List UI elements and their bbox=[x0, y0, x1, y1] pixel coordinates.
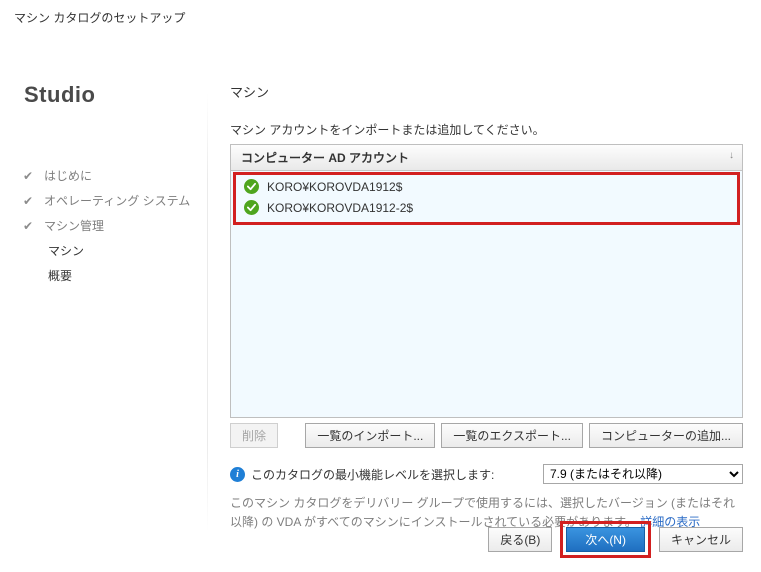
wizard-sidebar: Studio ✔ はじめに ✔ オペレーティング システム ✔ マシン管理 マシ… bbox=[0, 32, 208, 572]
main-layout: Studio ✔ はじめに ✔ オペレーティング システム ✔ マシン管理 マシ… bbox=[0, 32, 761, 572]
sidebar-item-intro[interactable]: ✔ はじめに bbox=[20, 163, 208, 188]
column-header-label: コンピューター AD アカウント bbox=[241, 151, 409, 165]
sidebar-item-label: はじめに bbox=[44, 167, 92, 184]
sidebar-item-os[interactable]: ✔ オペレーティング システム bbox=[20, 188, 208, 213]
wizard-footer: 戻る(B) 次へ(N) キャンセル bbox=[488, 521, 743, 558]
sidebar-item-label: マシン bbox=[48, 242, 84, 259]
page-heading: マシン bbox=[230, 82, 743, 101]
sidebar-item-label: マシン管理 bbox=[44, 217, 104, 234]
wizard-content: マシン マシン アカウントをインポートまたは追加してください。 コンピューター … bbox=[208, 32, 761, 572]
sidebar-item-machine-mgmt[interactable]: ✔ マシン管理 bbox=[20, 213, 208, 238]
status-ok-icon bbox=[244, 200, 259, 215]
wizard-steps: ✔ はじめに ✔ オペレーティング システム ✔ マシン管理 マシン 概要 bbox=[20, 163, 208, 288]
brand-title: Studio bbox=[20, 82, 208, 108]
sidebar-item-label: 概要 bbox=[48, 267, 72, 284]
delete-button: 削除 bbox=[230, 423, 278, 448]
grid-body: KORO¥KOROVDA1912$ KORO¥KOROVDA1912-2$ bbox=[231, 171, 742, 417]
cancel-button[interactable]: キャンセル bbox=[659, 527, 743, 552]
level-label-text: このカタログの最小機能レベルを選択します: bbox=[251, 466, 494, 483]
accounts-highlight: KORO¥KOROVDA1912$ KORO¥KOROVDA1912-2$ bbox=[233, 172, 740, 225]
account-name: KORO¥KOROVDA1912$ bbox=[267, 180, 402, 194]
window-title: マシン カタログのセットアップ bbox=[0, 0, 761, 32]
check-icon: ✔ bbox=[20, 194, 36, 208]
sort-indicator-icon: ↓ bbox=[729, 150, 734, 161]
add-computers-button[interactable]: コンピューターの追加... bbox=[589, 423, 743, 448]
sidebar-item-machines[interactable]: マシン bbox=[20, 238, 208, 263]
grid-action-row: 削除 一覧のインポート... 一覧のエクスポート... コンピューターの追加..… bbox=[230, 423, 743, 448]
accounts-grid: コンピューター AD アカウント ↓ KORO¥KOROVDA1912$ bbox=[230, 144, 743, 418]
next-button[interactable]: 次へ(N) bbox=[566, 527, 645, 552]
info-icon: i bbox=[230, 467, 245, 482]
export-list-button[interactable]: 一覧のエクスポート... bbox=[441, 423, 583, 448]
table-row[interactable]: KORO¥KOROVDA1912$ bbox=[240, 176, 733, 197]
account-name: KORO¥KOROVDA1912-2$ bbox=[267, 201, 413, 215]
level-label: i このカタログの最小機能レベルを選択します: bbox=[230, 466, 533, 483]
level-select[interactable]: 7.9 (またはそれ以降) bbox=[543, 464, 743, 484]
status-ok-icon bbox=[244, 179, 259, 194]
back-button[interactable]: 戻る(B) bbox=[488, 527, 552, 552]
instruction-text: マシン アカウントをインポートまたは追加してください。 bbox=[230, 121, 743, 138]
check-icon: ✔ bbox=[20, 219, 36, 233]
sidebar-item-label: オペレーティング システム bbox=[44, 192, 190, 209]
spacer bbox=[284, 423, 299, 448]
check-icon: ✔ bbox=[20, 169, 36, 183]
next-highlight: 次へ(N) bbox=[560, 521, 651, 558]
import-list-button[interactable]: 一覧のインポート... bbox=[305, 423, 435, 448]
grid-column-header[interactable]: コンピューター AD アカウント ↓ bbox=[231, 145, 742, 171]
table-row[interactable]: KORO¥KOROVDA1912-2$ bbox=[240, 197, 733, 218]
sidebar-item-summary[interactable]: 概要 bbox=[20, 263, 208, 288]
functional-level-row: i このカタログの最小機能レベルを選択します: 7.9 (またはそれ以降) bbox=[230, 464, 743, 484]
